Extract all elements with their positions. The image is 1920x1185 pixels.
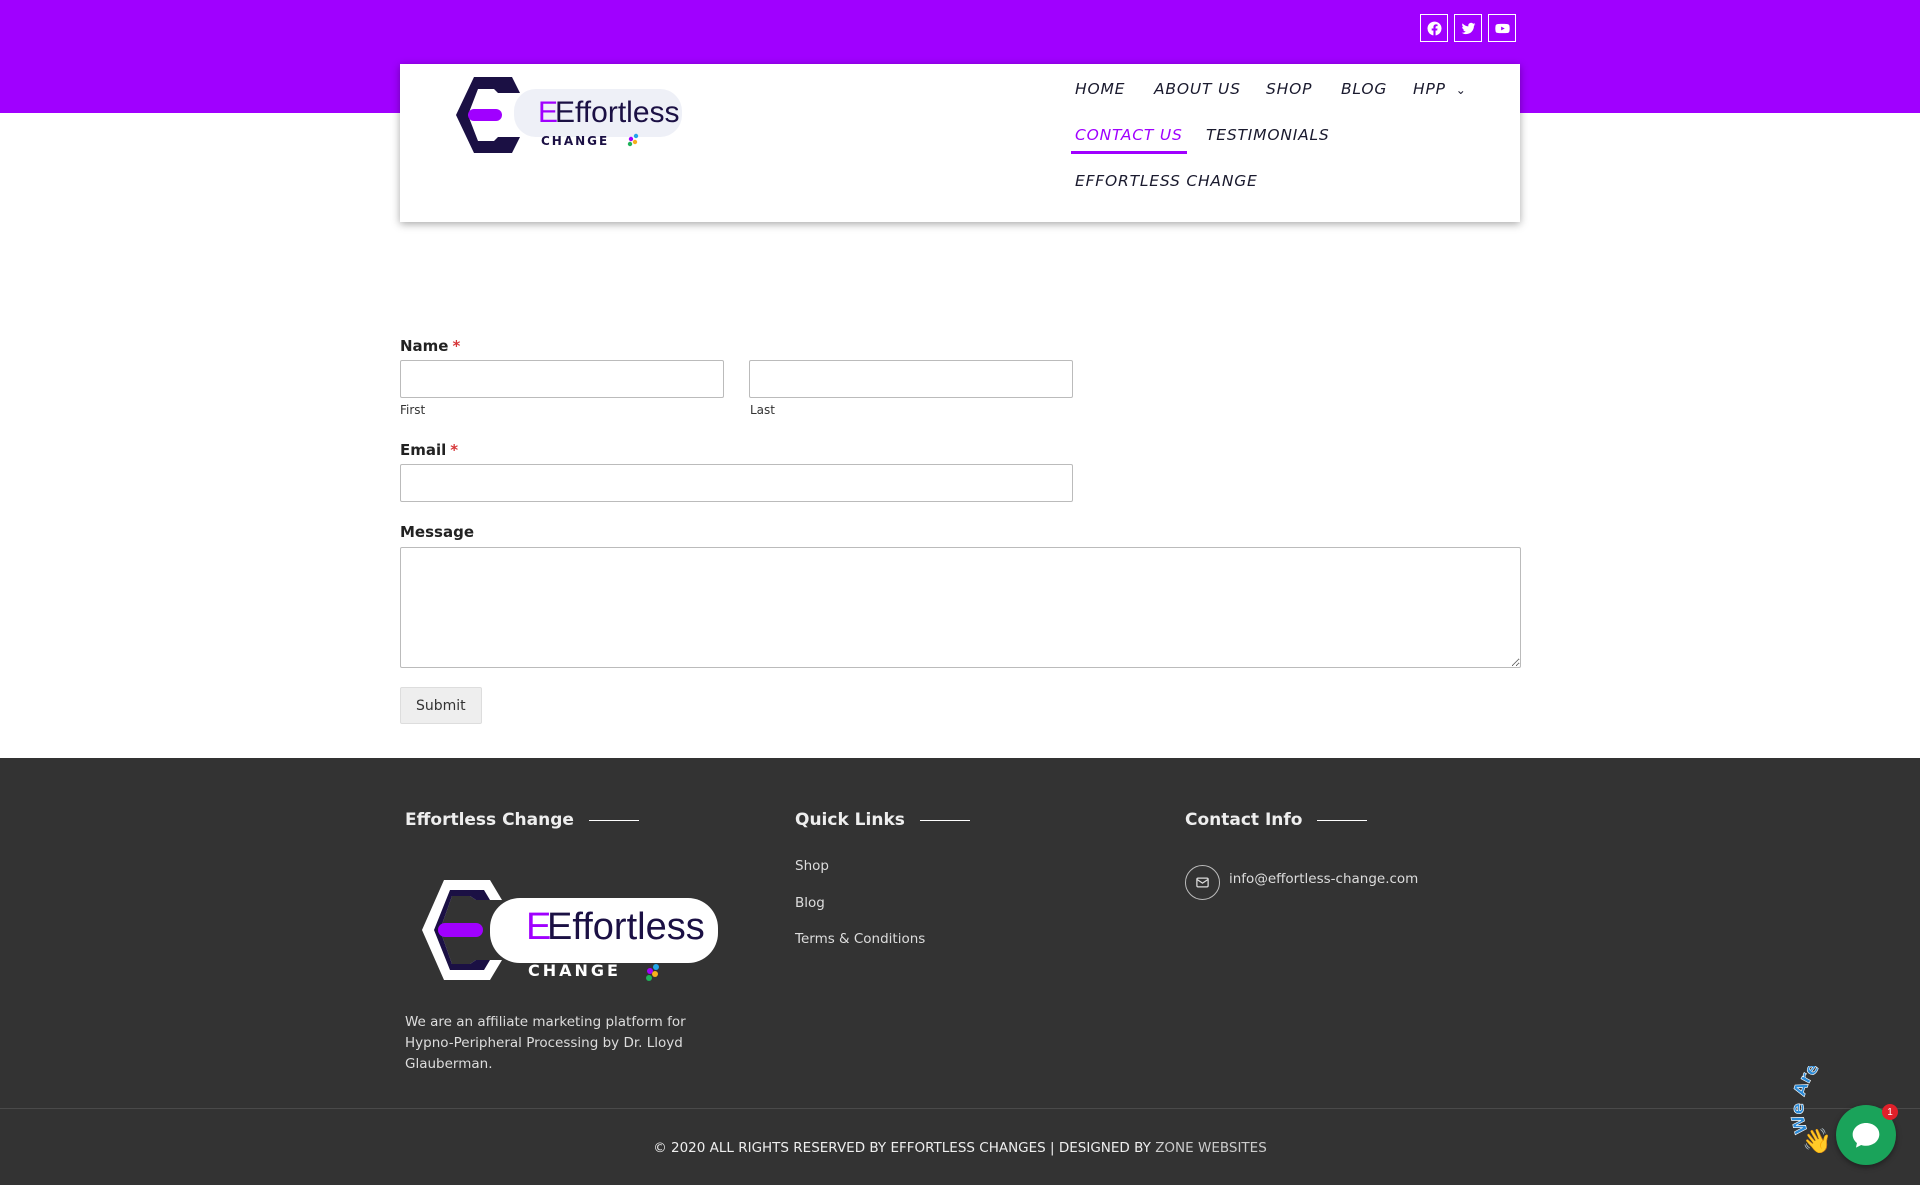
chevron-down-icon: ⌄ [1455,83,1467,97]
last-sublabel: Last [750,403,775,417]
first-name-input[interactable] [400,360,724,398]
chat-unread-badge: 1 [1882,1104,1898,1120]
footer-links-title-text: Quick Links [795,810,905,830]
site-header: E Effortless CHANGE HOME ABOUT US SHOP B… [400,64,1520,222]
first-sublabel: First [400,403,426,417]
chat-bubble-icon [1852,1123,1880,1148]
chat-widget: We Are Here! 👋 1 [1790,1066,1920,1170]
nav-effortless-change[interactable]: EFFORTLESS CHANGE [1075,172,1258,190]
footer-logo-word: Effortless [547,906,705,948]
youtube-icon [1494,23,1510,33]
twitter-link[interactable] [1454,14,1482,42]
designer-link[interactable]: ZONE WEBSITES [1155,1140,1267,1156]
facebook-link[interactable] [1420,14,1448,42]
nav-shop[interactable]: SHOP [1266,80,1312,98]
site-footer: Effortless Change Quick Links Contact In… [0,758,1920,1185]
footer-brand-title: Effortless Change [405,810,639,830]
waving-hand-icon: 👋 [1802,1128,1832,1155]
social-links [1420,14,1516,42]
message-label: Message [400,523,474,541]
message-textarea[interactable] [400,547,1521,668]
logo-word: Effortless [555,96,680,129]
youtube-link[interactable] [1488,14,1516,42]
footer-brand-title-text: Effortless Change [405,810,574,830]
copyright-text: © 2020 ALL RIGHTS RESERVED BY EFFORTLESS… [0,1140,1920,1156]
email-label: Email * [400,441,458,459]
facebook-icon [1426,21,1442,35]
footer-logo-subword: CHANGE [528,961,621,980]
twitter-icon [1461,22,1475,34]
submit-button[interactable]: Submit [400,687,482,724]
nav-contact-us[interactable]: CONTACT US [1071,126,1187,154]
required-mark: * [452,337,461,355]
footer-about-text: We are an affiliate marketing platform f… [405,1014,686,1072]
nav-home[interactable]: HOME [1075,80,1125,98]
footer-contact-title-text: Contact Info [1185,810,1303,830]
email-label-text: Email [400,441,447,459]
required-mark: * [450,441,459,459]
nav-hpp-label: HPP [1413,80,1446,98]
nav-testimonials[interactable]: TESTIMONIALS [1206,126,1330,144]
footer-link-blog[interactable]: Blog [795,895,825,911]
title-divider [919,819,970,821]
footer-link-shop[interactable]: Shop [795,858,829,874]
copyright-prefix: © 2020 ALL RIGHTS RESERVED BY EFFORTLESS… [653,1140,1156,1156]
name-label-text: Name [400,337,449,355]
footer-logo: E Effortless CHANGE [422,880,718,981]
nav-about-us[interactable]: ABOUT US [1154,80,1241,98]
name-label: Name * [400,337,460,355]
footer-email-link[interactable]: info@effortless-change.com [1229,871,1418,887]
footer-contact-title: Contact Info [1185,810,1368,830]
mail-icon-wrapper [1185,865,1220,900]
title-divider [1317,819,1368,821]
title-divider [588,819,639,821]
footer-link-terms[interactable]: Terms & Conditions [795,931,925,947]
envelope-icon [1196,877,1209,888]
footer-links-title: Quick Links [795,810,970,830]
email-field[interactable] [400,464,1073,502]
last-name-input[interactable] [749,360,1073,398]
nav-blog[interactable]: BLOG [1341,80,1387,98]
footer-divider [0,1108,1920,1109]
site-logo[interactable]: E Effortless CHANGE [454,75,684,155]
nav-hpp[interactable]: HPP ⌄ [1413,80,1467,98]
logo-subword: CHANGE [541,134,609,148]
